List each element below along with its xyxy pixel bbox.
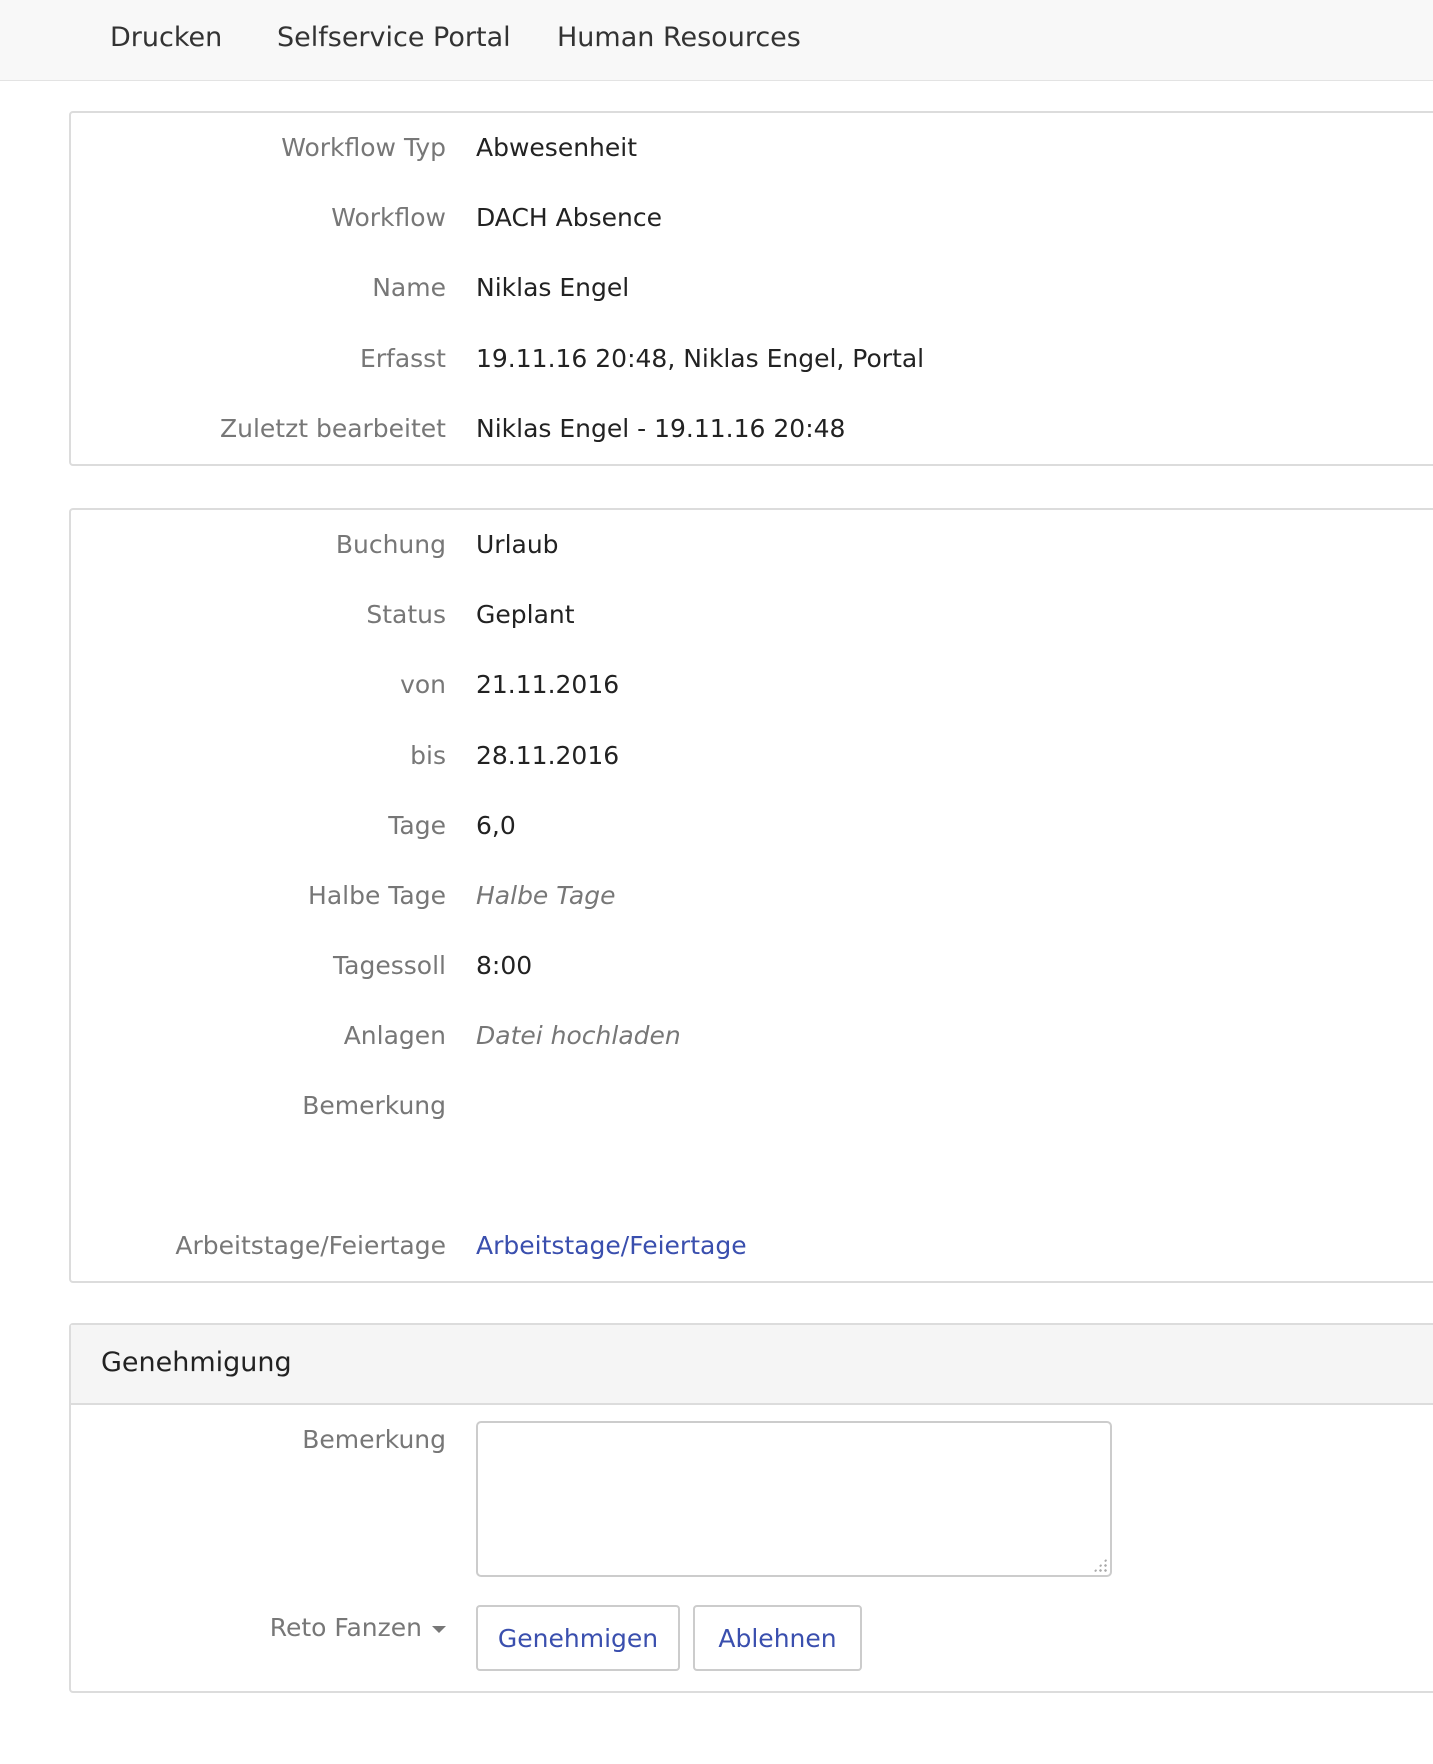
label-bis: bis [410, 741, 446, 770]
row-buchung: Buchung Urlaub [71, 530, 1433, 570]
row-workflow: Workflow DACH Absence [71, 203, 1433, 243]
approval-panel-title: Genehmigung [101, 1347, 292, 1378]
value-zuletzt-bearbeitet: Niklas Engel - 19.11.16 20:48 [476, 414, 846, 443]
label-name: Name [372, 273, 446, 302]
approver-name: Reto Fanzen [269, 1613, 422, 1642]
row-tage: Tage 6,0 [71, 811, 1433, 851]
halbe-tage-field[interactable]: Halbe Tage [476, 881, 615, 910]
value-name: Niklas Engel [476, 273, 630, 302]
value-buchung[interactable]: Urlaub [476, 530, 559, 559]
value-workflow: DACH Absence [476, 203, 663, 232]
arbeitstage-feiertage-link[interactable]: Arbeitstage/Feiertage [476, 1231, 747, 1260]
row-erfasst: Erfasst 19.11.16 20:48, Niklas Engel, Po… [71, 344, 1433, 384]
value-tagessoll[interactable]: 8:00 [476, 951, 532, 980]
row-status: Status Geplant [71, 600, 1433, 640]
row-name: Name Niklas Engel [71, 273, 1433, 313]
value-erfasst: 19.11.16 20:48, Niklas Engel, Portal [476, 344, 925, 373]
row-anlagen: Anlagen Datei hochladen [71, 1021, 1433, 1061]
label-arbeitstage-feiertage: Arbeitstage/Feiertage [175, 1231, 446, 1260]
label-status: Status [366, 600, 446, 629]
row-bemerkung: Bemerkung [71, 1091, 1433, 1131]
label-tage: Tage [388, 811, 446, 840]
row-halbe-tage: Halbe Tage Halbe Tage [71, 881, 1433, 921]
workflow-info-panel: Workflow Typ Abwesenheit Workflow DACH A… [69, 111, 1433, 466]
booking-details-panel: Buchung Urlaub Status Geplant von 21.11.… [69, 508, 1433, 1283]
approver-dropdown[interactable]: Reto Fanzen [270, 1613, 446, 1642]
value-status[interactable]: Geplant [476, 600, 575, 629]
approval-remark-textarea[interactable] [476, 1421, 1112, 1577]
label-zuletzt-bearbeitet: Zuletzt bearbeitet [219, 414, 446, 443]
approval-panel-heading: Genehmigung [71, 1325, 1433, 1405]
label-workflow: Workflow [331, 203, 446, 232]
row-bis: bis 28.11.2016 [71, 741, 1433, 781]
approval-panel: Genehmigung Bemerkung Reto Fanzen Genehm… [69, 1323, 1433, 1693]
approve-button[interactable]: Genehmigen [476, 1605, 680, 1671]
label-anlagen: Anlagen [343, 1021, 446, 1050]
label-erfasst: Erfasst [359, 344, 446, 373]
file-upload-field[interactable]: Datei hochladen [476, 1021, 681, 1050]
label-bemerkung: Bemerkung [302, 1091, 446, 1120]
nav-item-drucken[interactable]: Drucken [110, 22, 222, 53]
label-tagessoll: Tagessoll [333, 951, 446, 980]
reject-button[interactable]: Ablehnen [693, 1605, 862, 1671]
row-tagessoll: Tagessoll 8:00 [71, 951, 1433, 991]
row-arbeitstage-feiertage: Arbeitstage/Feiertage Arbeitstage/Feiert… [71, 1231, 1433, 1271]
value-tage: 6,0 [476, 811, 516, 840]
label-von: von [400, 670, 446, 699]
label-approval-remark: Bemerkung [302, 1425, 446, 1454]
label-workflow-typ: Workflow Typ [281, 133, 446, 162]
label-buchung: Buchung [335, 530, 446, 559]
caret-down-icon [432, 1625, 446, 1633]
nav-item-selfservice-portal[interactable]: Selfservice Portal [277, 22, 511, 53]
nav-item-human-resources[interactable]: Human Resources [557, 22, 801, 53]
value-bis[interactable]: 28.11.2016 [476, 741, 619, 770]
row-zuletzt-bearbeitet: Zuletzt bearbeitet Niklas Engel - 19.11.… [71, 414, 1433, 454]
row-von: von 21.11.2016 [71, 670, 1433, 710]
value-von[interactable]: 21.11.2016 [476, 670, 619, 699]
value-workflow-typ: Abwesenheit [476, 133, 638, 162]
label-halbe-tage: Halbe Tage [308, 881, 446, 910]
row-workflow-typ: Workflow Typ Abwesenheit [71, 133, 1433, 173]
top-navbar: Drucken Selfservice Portal Human Resourc… [0, 0, 1433, 81]
